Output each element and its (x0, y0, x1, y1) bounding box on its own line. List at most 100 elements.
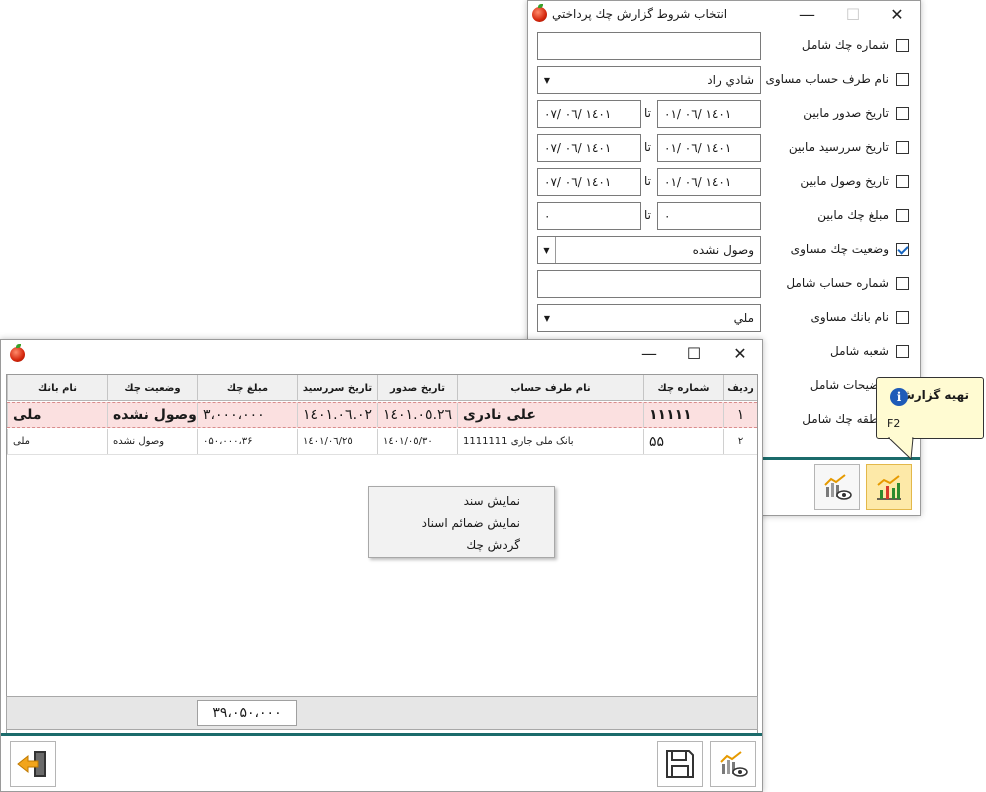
cell-check-number: ١١١١١ (643, 403, 723, 427)
close-button[interactable]: ✕ (874, 1, 920, 27)
minimize-button[interactable]: — (626, 340, 672, 366)
chevron-down-icon[interactable]: ▼ (538, 237, 556, 263)
bank-name-label: نام بانك مساوی (810, 310, 889, 324)
filter-row-due-date: تاريخ سررسيد مابين ١٤٠١ /٠٦ /٠١ تا ١٤٠١ … (528, 130, 920, 164)
due-date-from-input[interactable]: ١٤٠١ /٠٦ /٠١ (657, 134, 761, 162)
exit-button[interactable] (10, 741, 56, 787)
bank-name-checkbox[interactable] (896, 311, 909, 324)
col-check-number[interactable]: شماره چك (643, 375, 723, 401)
account-name-checkbox[interactable] (896, 73, 909, 86)
table-row[interactable]: ٢ ۵۵ بانک ملی جاری 1111111 ١٤٠١/٠٥/٣٠ ١٤… (7, 429, 757, 455)
tooltip-title: تهيه گزارش (898, 388, 969, 402)
check-number-checkbox[interactable] (896, 39, 909, 52)
issue-date-from-input[interactable]: ١٤٠١ /٠٦ /٠١ (657, 100, 761, 128)
branch-checkbox[interactable] (896, 345, 909, 358)
bank-name-value: ملي (733, 311, 754, 325)
check-number-input[interactable] (537, 32, 761, 60)
col-issue-date[interactable]: تاريخ صدور (377, 375, 457, 401)
receive-date-from-input[interactable]: ١٤٠١ /٠٦ /٠١ (657, 168, 761, 196)
filter-row-receive-date: تاريخ وصول مابين ١٤٠١ /٠٦ /٠١ تا ١٤٠١ /٠… (528, 164, 920, 198)
due-date-checkbox[interactable] (896, 141, 909, 154)
receive-date-checkbox[interactable] (896, 175, 909, 188)
filter-row-issue-date: تاريخ صدور مابين ١٤٠١ /٠٦ /٠١ تا ١٤٠١ /٠… (528, 96, 920, 130)
check-number-label: شماره چك شامل (801, 38, 889, 52)
filter-row-status: وضعيت چك مساوی ▼ وصول نشده (528, 232, 920, 266)
col-status[interactable]: وضعيت چك (107, 375, 197, 401)
cell-account-name: بانک ملی جاری 1111111 (457, 429, 643, 454)
col-due-date[interactable]: تاريخ سررسيد (297, 375, 377, 401)
col-amount[interactable]: مبلغ چك (197, 375, 297, 401)
save-button[interactable] (657, 741, 703, 787)
amount-label: مبلغ چك مابين (817, 208, 889, 222)
cell-row-number: ٢ (723, 429, 757, 454)
exit-icon (17, 751, 46, 777)
chevron-down-icon[interactable]: ▼ (538, 305, 556, 331)
filter-row-account-name: نام طرف حساب مساوی ▼ شادي راد (528, 62, 920, 96)
filter-row-check-number: شماره چك شامل (528, 28, 920, 62)
account-name-label: نام طرف حساب مساوی (765, 72, 889, 86)
minimize-button[interactable]: — (784, 1, 830, 27)
grid-header: رديف شماره چك نام طرف حساب تاريخ صدور تا… (7, 375, 757, 401)
receive-date-to-input[interactable]: ١٤٠١ /٠٦ /٠٧ (537, 168, 641, 196)
amount-to-input[interactable]: ٠ (537, 202, 641, 230)
to-label: تا (644, 140, 651, 154)
preview-report-button[interactable] (710, 741, 756, 787)
status-combo[interactable]: ▼ وصول نشده (537, 236, 761, 264)
receive-date-label: تاريخ وصول مابين (800, 174, 889, 188)
close-button[interactable]: ✕ (717, 340, 763, 366)
table-row-selected[interactable]: ١ ١١١١١ علی نادری ١٤٠١.٠٥.٢٦ ١٤٠١.٠٦.٠٢ … (7, 402, 757, 428)
menu-item-check-history[interactable]: گردش چك (466, 538, 520, 552)
report-accent-bar (1, 733, 762, 736)
chart-preview-icon (720, 751, 748, 777)
filter-row-bank-name: نام بانك مساوی ▼ ملي (528, 300, 920, 334)
due-date-to-input[interactable]: ١٤٠١ /٠٦ /٠٧ (537, 134, 641, 162)
cell-bank-name: ملی (7, 403, 107, 427)
col-row-number[interactable]: رديف (723, 375, 757, 401)
cell-due-date: ١٤٠١.٠٦.٠٢ (297, 403, 377, 427)
status-checkbox[interactable] (896, 243, 909, 256)
cell-amount: ٣،٠٠٠،٠٠٠ (197, 403, 297, 427)
issue-date-to-input[interactable]: ١٤٠١ /٠٦ /٠٧ (537, 100, 641, 128)
maximize-button[interactable]: ☐ (671, 340, 717, 366)
tooltip: تهيه گزارش i F2 (876, 377, 984, 461)
bank-name-combo[interactable]: ▼ ملي (537, 304, 761, 332)
col-bank-name[interactable]: نام بانك (7, 375, 107, 401)
to-label: تا (644, 208, 651, 222)
due-date-label: تاريخ سررسيد مابين (788, 140, 889, 154)
grid-footer: ٣٩،٠۵٠،٠٠٠ (6, 696, 758, 730)
filter-row-amount: مبلغ چك مابين ٠ تا ٠ (528, 198, 920, 232)
amount-from-input[interactable]: ٠ (657, 202, 761, 230)
issue-date-checkbox[interactable] (896, 107, 909, 120)
generate-report-button[interactable] (866, 464, 912, 510)
cell-account-name: علی نادری (457, 403, 643, 427)
report-window: — ☐ ✕ رديف شماره چك نام طرف حساب تاريخ ص… (0, 339, 763, 792)
app-logo-icon (10, 344, 25, 362)
cell-status: وصول نشده (107, 403, 197, 427)
menu-item-show-document[interactable]: نمايش سند (464, 494, 520, 508)
chart-report-icon (877, 475, 901, 500)
account-number-label: شماره حساب شامل (786, 276, 889, 290)
account-name-value: شادي راد (707, 73, 754, 87)
chart-preview-icon (824, 474, 852, 500)
chevron-down-icon[interactable]: ▼ (538, 67, 556, 93)
filter-titlebar: انتخاب شروط گزارش چك پرداختي — ☐ ✕ (528, 1, 920, 27)
maximize-button: ☐ (845, 4, 861, 24)
cell-issue-date: ١٤٠١/٠٥/٣٠ (377, 429, 457, 454)
menu-item-show-attachments[interactable]: نمايش ضمائم اسناد (422, 516, 520, 530)
tooltip-pointer (887, 436, 914, 461)
to-label: تا (644, 174, 651, 188)
floppy-disk-icon (666, 750, 694, 778)
status-value: وصول نشده (692, 243, 754, 257)
branch-label: شعبه شامل (830, 344, 889, 358)
cell-amount: ٣۶،٠۵٠،٠٠٠ (197, 429, 297, 454)
account-number-checkbox[interactable] (896, 277, 909, 290)
col-account-name[interactable]: نام طرف حساب (457, 375, 643, 401)
cell-bank-name: ملی (7, 429, 107, 454)
context-menu: نمايش سند نمايش ضمائم اسناد گردش چك (368, 486, 555, 558)
filter-window-title: انتخاب شروط گزارش چك پرداختي (552, 7, 728, 21)
preview-report-button[interactable] (814, 464, 860, 510)
account-number-input[interactable] (537, 270, 761, 298)
amount-checkbox[interactable] (896, 209, 909, 222)
tooltip-shortcut: F2 (887, 417, 901, 430)
account-name-combo[interactable]: ▼ شادي راد (537, 66, 761, 94)
